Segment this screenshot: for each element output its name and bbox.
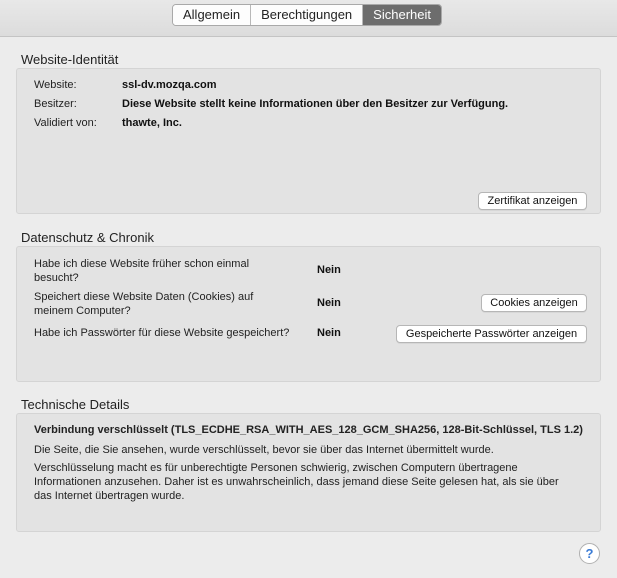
tab-bar: Allgemein Berechtigungen Sicherheit [172,4,442,26]
technical-section-title: Technische Details [21,397,130,412]
cookies-answer: Nein [317,297,341,309]
visited-question-line1: Habe ich diese Website früher schon einm… [34,258,250,270]
privacy-section-title: Datenschutz & Chronik [21,230,154,245]
cookies-question-line1: Speichert diese Website Daten (Cookies) … [34,291,254,303]
tab-sicherheit[interactable]: Sicherheit [363,5,441,25]
tab-berechtigungen[interactable]: Berechtigungen [251,5,364,25]
encryption-text-1: Die Seite, die Sie ansehen, wurde versch… [34,444,494,456]
encryption-text-2-line1: Verschlüsselung macht es für unberechtig… [34,462,518,474]
owner-label: Besitzer: [34,98,77,110]
visited-answer: Nein [317,264,341,276]
help-icon[interactable]: ? [579,543,600,564]
encryption-text-2-line2: Informationen anzusehen. Daher ist es un… [34,476,559,488]
validated-by-value: thawte, Inc. [122,117,182,129]
identity-section-title: Website-Identität [21,52,119,67]
website-value: ssl-dv.mozqa.com [122,79,217,91]
cookies-question-line2: meinem Computer? [34,305,131,317]
encryption-text-2-line3: das Internet übertragen wurde. [34,490,185,502]
view-certificate-button[interactable]: Zertifikat anzeigen [478,192,587,210]
view-saved-passwords-button[interactable]: Gespeicherte Passwörter anzeigen [396,325,587,343]
tab-allgemein[interactable]: Allgemein [173,5,252,25]
encryption-heading: Verbindung verschlüsselt (TLS_ECDHE_RSA_… [34,424,583,436]
cookies-question: Speichert diese Website Daten (Cookies) … [34,290,253,318]
view-cookies-button[interactable]: Cookies anzeigen [481,294,587,312]
identity-panel: Website: ssl-dv.mozqa.com Besitzer: Dies… [16,68,601,214]
visited-question: Habe ich diese Website früher schon einm… [34,257,249,285]
validated-by-label: Validiert von: [34,117,97,129]
privacy-panel: Habe ich diese Website früher schon einm… [16,246,601,382]
toolbar: Allgemein Berechtigungen Sicherheit [0,0,617,37]
owner-value: Diese Website stellt keine Informationen… [122,98,509,110]
passwords-question: Habe ich Passwörter für diese Website ge… [34,327,290,339]
encryption-text-2: Verschlüsselung macht es für unberechtig… [34,461,584,503]
visited-question-line2: besucht? [34,272,79,284]
website-label: Website: [34,79,77,91]
passwords-answer: Nein [317,327,341,339]
